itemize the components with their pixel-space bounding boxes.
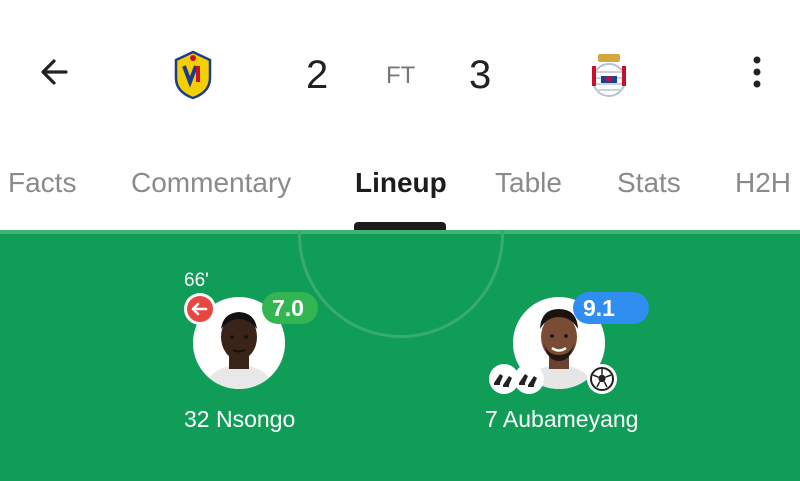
tab-commentary[interactable]: Commentary	[131, 167, 291, 199]
more-options-icon[interactable]	[740, 52, 774, 92]
tab-lineup[interactable]: Lineup	[355, 167, 447, 199]
lineup-pitch: 66' 7.0 32 Nsongo 9.1 ★ 7 Aubameyang	[0, 230, 800, 481]
home-score: 2	[306, 53, 329, 97]
away-team-crest[interactable]	[586, 50, 632, 100]
star-icon: ★	[585, 331, 603, 353]
player-name-nsongo[interactable]: 32 Nsongo	[184, 406, 295, 433]
tab-facts[interactable]: Facts	[8, 167, 76, 199]
player-rating-badge: 9.1 ★	[573, 292, 649, 353]
match-header: 2 FT 3	[0, 0, 800, 150]
player-rating-badge: 7.0	[262, 292, 318, 324]
goal-ball-icon	[587, 364, 617, 394]
player-rating-value: 7.0	[272, 295, 304, 321]
pitch-center-circle	[298, 230, 504, 338]
player-rating-value: 9.1	[583, 295, 615, 321]
match-status: FT	[386, 62, 416, 89]
substitution-minute: 66'	[184, 270, 209, 291]
player-name-aubameyang[interactable]: 7 Aubameyang	[485, 406, 638, 433]
tab-h2h[interactable]: H2H	[735, 167, 791, 199]
substituted-off-icon	[184, 293, 216, 325]
assist-boots-icon	[514, 364, 544, 394]
tab-stats[interactable]: Stats	[617, 167, 681, 199]
match-tabs: Facts Commentary Lineup Table Stats H2H	[0, 150, 800, 230]
tab-table[interactable]: Table	[495, 167, 562, 199]
away-score: 3	[469, 53, 492, 97]
active-tab-indicator	[354, 222, 446, 230]
back-arrow-icon[interactable]	[36, 52, 76, 92]
home-team-crest[interactable]	[170, 50, 216, 100]
